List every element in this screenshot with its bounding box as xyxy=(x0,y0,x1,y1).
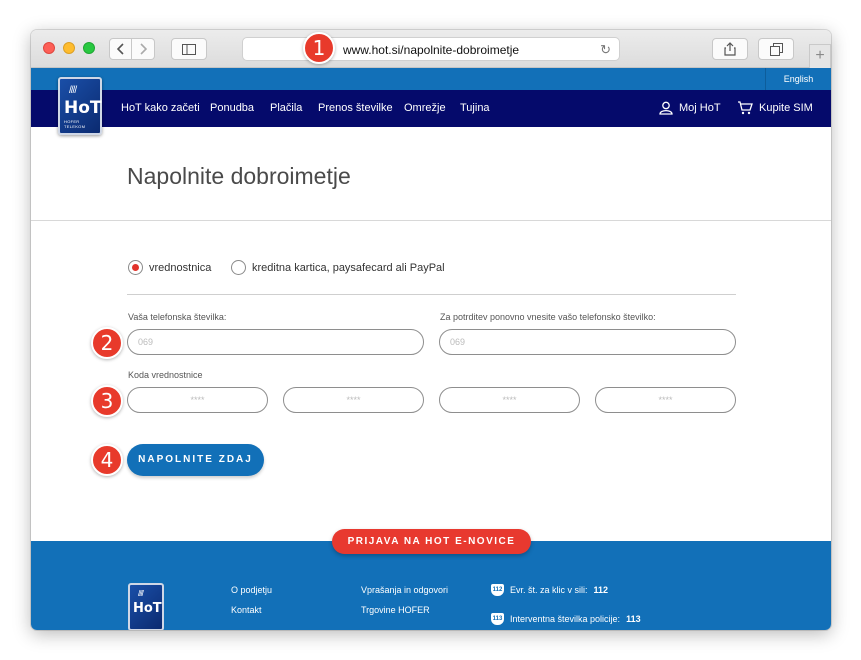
hot-logo[interactable]: //// HoT HOFER TELEKOM xyxy=(58,77,102,135)
main-nav: HoT kako začeti Ponudba Plačila Prenos š… xyxy=(31,90,831,127)
annotation-badge-3: 3 xyxy=(91,385,123,417)
payment-option-voucher[interactable]: vrednostnica xyxy=(128,260,211,275)
phone-label: Vaša telefonska številka: xyxy=(128,312,227,322)
annotation-badge-4: 4 xyxy=(91,444,123,476)
forward-button[interactable] xyxy=(132,38,155,60)
new-tab-button[interactable]: + xyxy=(809,44,831,68)
buy-sim-label: Kupite SIM xyxy=(759,102,813,114)
language-strip: English xyxy=(31,68,831,90)
voucher-input-2[interactable]: **** xyxy=(283,387,424,413)
cart-icon xyxy=(738,101,753,115)
phone-input[interactable]: 069 xyxy=(127,329,424,355)
radio-selected-icon[interactable] xyxy=(128,260,143,275)
browser-window: www.hot.si/napolnite-dobroimetje ↻ + Eng… xyxy=(31,30,831,630)
newsletter-button[interactable]: PRIJAVA NA HOT E-NOVICE xyxy=(332,529,531,554)
nav-item-prenos-stevilke[interactable]: Prenos številke xyxy=(318,102,393,114)
nav-item-placila[interactable]: Plačila xyxy=(270,102,302,114)
chevron-left-icon xyxy=(116,43,124,55)
annotation-badge-1: 1 xyxy=(303,32,335,64)
zoom-window-button[interactable] xyxy=(83,42,95,54)
emergency-112: 112 Evr. št. za klic v sili: 112 xyxy=(491,584,608,596)
footer-link-contact[interactable]: Kontakt xyxy=(231,605,262,615)
radio-unselected-icon[interactable] xyxy=(231,260,246,275)
logo-stripes-icon: //// xyxy=(69,85,77,96)
footer-link-faq[interactable]: Vprašanja in odgovori xyxy=(361,585,448,595)
emergency-text: Interventna številka policije: xyxy=(510,614,621,624)
phone-confirm-label: Za potrditev ponovno vnesite vašo telefo… xyxy=(440,312,656,322)
voucher-input-3[interactable]: **** xyxy=(439,387,580,413)
share-button[interactable] xyxy=(712,38,748,60)
chevron-right-icon xyxy=(140,43,147,55)
voucher-label: Koda vrednostnice xyxy=(128,370,203,380)
back-button[interactable] xyxy=(109,38,132,60)
reload-icon[interactable]: ↻ xyxy=(600,42,611,58)
police-shield-icon: 113 xyxy=(491,613,504,625)
emergency-113: 113 Interventna številka policije: 113 xyxy=(491,613,641,625)
logo-subtitle: HOFER TELEKOM xyxy=(64,119,86,129)
account-label: Moj HoT xyxy=(679,102,721,114)
close-window-button[interactable] xyxy=(43,42,55,54)
sidebar-button[interactable] xyxy=(171,38,207,60)
payment-option-label: kreditna kartica, paysafecard ali PayPal xyxy=(252,261,445,274)
annotation-badge-2: 2 xyxy=(91,327,123,359)
nav-item-hot-kako-zaceti[interactable]: HoT kako začeti xyxy=(121,102,200,114)
footer-link-stores[interactable]: Trgovine HOFER xyxy=(361,605,430,615)
voucher-input-1[interactable]: **** xyxy=(127,387,268,413)
footer-logo[interactable]: //// HoT xyxy=(128,583,164,630)
page-header: Napolnite dobroimetje xyxy=(31,127,831,221)
phone-confirm-input[interactable]: 069 xyxy=(439,329,736,355)
payment-option-card[interactable]: kreditna kartica, paysafecard ali PayPal xyxy=(231,260,445,275)
emergency-shield-icon: 112 xyxy=(491,584,504,596)
footer: //// HoT O podjetju Kontakt Vprašanja in… xyxy=(31,541,831,630)
page-title: Napolnite dobroimetje xyxy=(127,163,351,189)
emergency-number: 113 xyxy=(626,614,641,624)
payment-option-label: vrednostnica xyxy=(149,261,212,274)
tabs-overview-button[interactable] xyxy=(758,38,794,60)
footer-logo-text: HoT xyxy=(133,601,162,616)
nav-item-ponudba[interactable]: Ponudba xyxy=(210,102,254,114)
logo-stripes-icon: //// xyxy=(138,589,144,598)
voucher-input-4[interactable]: **** xyxy=(595,387,736,413)
user-icon xyxy=(659,101,673,115)
logo-text: HoT xyxy=(64,98,102,118)
language-link[interactable]: English xyxy=(765,68,831,90)
footer-link-about[interactable]: O podjetju xyxy=(231,585,272,595)
sidebar-icon xyxy=(182,43,196,55)
buy-sim-link[interactable]: Kupite SIM xyxy=(737,101,813,115)
tabs-icon xyxy=(769,42,783,56)
submit-button[interactable]: NAPOLNITE ZDAJ xyxy=(127,444,264,476)
share-icon xyxy=(724,42,736,56)
minimize-window-button[interactable] xyxy=(63,42,75,54)
nav-item-omrezje[interactable]: Omrežje xyxy=(404,102,446,114)
url-text: www.hot.si/napolnite-dobroimetje xyxy=(342,43,520,57)
emergency-text: Evr. št. za klic v sili: xyxy=(510,585,588,595)
address-bar[interactable]: www.hot.si/napolnite-dobroimetje ↻ xyxy=(242,37,620,61)
form-divider xyxy=(127,294,736,295)
nav-item-tujina[interactable]: Tujina xyxy=(460,102,490,114)
account-link[interactable]: Moj HoT xyxy=(659,101,721,115)
browser-titlebar: www.hot.si/napolnite-dobroimetje ↻ + xyxy=(31,30,831,68)
emergency-number: 112 xyxy=(593,585,609,595)
